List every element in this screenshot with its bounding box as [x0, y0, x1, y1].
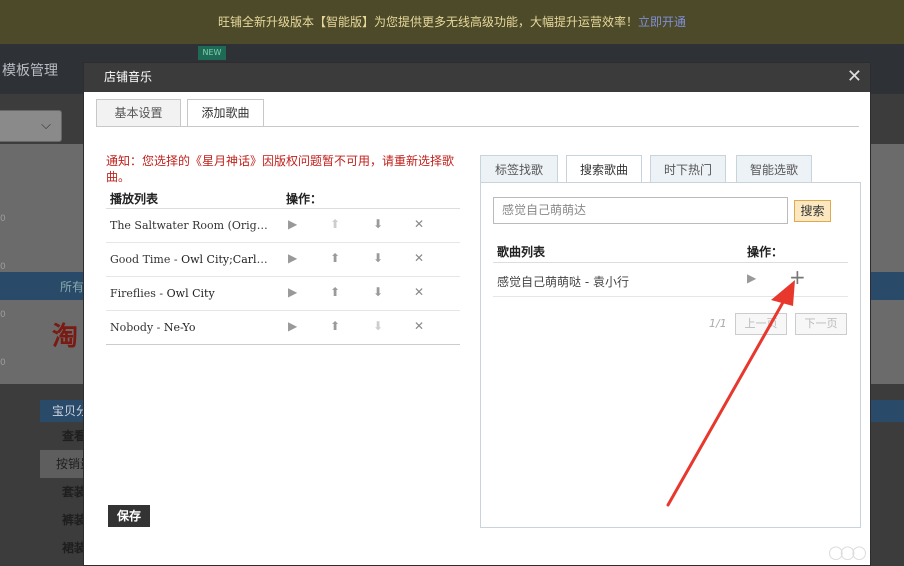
arrow-up-icon: ⬆: [330, 217, 341, 231]
play-icon[interactable]: ▶: [288, 217, 297, 231]
next-page-button[interactable]: 下一页: [795, 313, 847, 335]
nav-item-template-manage[interactable]: 模板管理: [2, 60, 58, 80]
tab-basic-settings[interactable]: 基本设置: [96, 99, 181, 126]
playlist-row: Nobody - Ne-Yo ▶ ⬆ ⬇ ✕: [106, 311, 460, 345]
delete-icon[interactable]: ✕: [414, 217, 424, 231]
arrow-up-icon[interactable]: ⬆: [330, 251, 340, 265]
song-title: The Saltwater Room (Original ...: [110, 219, 270, 232]
search-button[interactable]: 搜索: [794, 200, 831, 222]
prev-page-button[interactable]: 上一页: [735, 313, 787, 335]
arrow-down-icon[interactable]: ⬇: [373, 217, 383, 231]
song-result-name: 感觉自己萌萌哒 - 袁小行: [497, 275, 629, 289]
close-icon[interactable]: ✕: [847, 67, 862, 87]
tab-smart-pick[interactable]: 智能选歌: [736, 155, 812, 183]
chevron-down-icon: ⌵: [41, 118, 51, 133]
playlist-header: 播放列表 操作：: [106, 187, 460, 209]
page-count: 1/1: [709, 317, 727, 330]
playlist-row: Fireflies - Owl City ▶ ⬆ ⬇ ✕: [106, 277, 460, 311]
banner-link[interactable]: 立即开通: [638, 15, 686, 29]
new-badge: NEW: [198, 46, 226, 60]
playlist-table: 播放列表 操作： The Saltwater Room (Original ..…: [106, 187, 460, 345]
background-select[interactable]: ⌵: [0, 110, 62, 142]
play-icon[interactable]: ▶: [747, 271, 756, 285]
playlist-row: Good Time - Owl City;Carly ... ▶ ⬆ ⬇ ✕: [106, 243, 460, 277]
tab-divider: [96, 126, 859, 127]
search-input[interactable]: 感觉自己萌萌达: [493, 197, 788, 224]
background-right-strip: [870, 400, 904, 422]
decorative-bubbles: ○○○: [828, 542, 867, 563]
delete-icon[interactable]: ✕: [414, 251, 424, 265]
plus-icon[interactable]: +: [789, 266, 806, 288]
arrow-up-icon[interactable]: ⬆: [330, 285, 340, 299]
song-title: Good Time - Owl City;Carly ...: [110, 253, 270, 266]
song-title: Fireflies - Owl City: [110, 287, 215, 300]
play-icon[interactable]: ▶: [288, 319, 297, 333]
play-icon[interactable]: ▶: [288, 285, 297, 299]
background-logo: 淘: [52, 322, 79, 352]
arrow-up-icon[interactable]: ⬆: [330, 319, 340, 333]
play-icon[interactable]: ▶: [288, 251, 297, 265]
store-music-dialog: 店铺音乐 ✕ 基本设置 添加歌曲 通知：您选择的《星月神话》因版权问题暂不可用，…: [83, 62, 871, 566]
delete-icon[interactable]: ✕: [414, 285, 424, 299]
banner-text: 旺铺全新升级版本【智能版】为您提供更多无线高级功能，大幅提升运营效率！: [217, 15, 638, 29]
arrow-down-icon[interactable]: ⬇: [373, 285, 383, 299]
delete-icon[interactable]: ✕: [414, 319, 424, 333]
arrow-down-icon: ⬇: [373, 319, 384, 333]
dialog-title: 店铺音乐: [104, 70, 153, 84]
song-title: Nobody - Ne-Yo: [110, 321, 196, 334]
tab-search-songs[interactable]: 搜索歌曲: [566, 155, 642, 184]
upgrade-banner: 旺铺全新升级版本【智能版】为您提供更多无线高级功能，大幅提升运营效率！立即开通: [0, 0, 904, 44]
tab-trending[interactable]: 时下热门: [650, 155, 726, 183]
notice-message: 通知：您选择的《星月神话》因版权问题暂不可用，请重新选择歌曲。: [106, 154, 455, 184]
arrow-down-icon[interactable]: ⬇: [373, 251, 383, 265]
dialog-header: 店铺音乐 ✕: [84, 63, 870, 92]
song-result-row: 感觉自己萌萌哒 - 袁小行 ▶ +: [493, 263, 848, 297]
tab-tag-search[interactable]: 标签找歌: [480, 155, 558, 183]
song-list-header: 歌曲列表 操作：: [493, 239, 848, 263]
search-panel: 感觉自己萌萌达 搜索 歌曲列表 操作： 感觉自己萌萌哒 - 袁小行 ▶ + 1/…: [480, 182, 861, 528]
save-button[interactable]: 保存: [108, 505, 150, 527]
tab-add-songs[interactable]: 添加歌曲: [187, 99, 264, 127]
playlist-row: The Saltwater Room (Original ... ▶ ⬆ ⬇ ✕: [106, 209, 460, 243]
